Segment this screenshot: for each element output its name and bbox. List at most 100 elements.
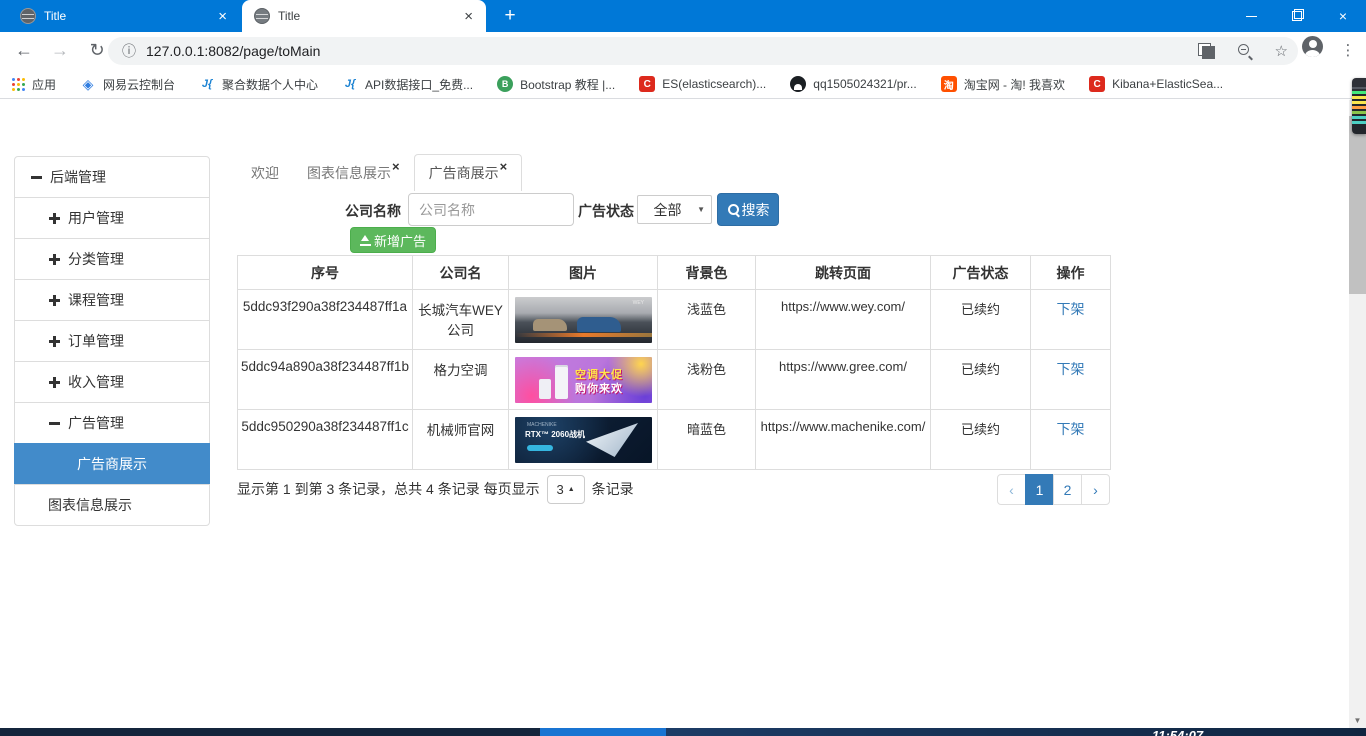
page-size-select[interactable]: 3 ▲: [547, 475, 585, 504]
col-header-url[interactable]: 跳转页面: [756, 256, 931, 290]
col-header-id[interactable]: 序号: [238, 256, 413, 290]
page-info-icon[interactable]: ⓘ: [122, 41, 136, 61]
tab-close-icon[interactable]: ×: [461, 9, 476, 24]
gree-ad-banner: 空调大促 购你来欢: [515, 357, 652, 403]
bookmark-taobao[interactable]: 淘 淘宝网 - 淘! 我喜欢: [941, 76, 1065, 93]
sidebar-item-income[interactable]: 收入管理: [14, 361, 210, 403]
taskbar-active-app[interactable]: [540, 728, 666, 736]
profile-avatar[interactable]: [1302, 36, 1323, 57]
windows-taskbar[interactable]: 11:54:07: [0, 728, 1366, 736]
sidebar-item-orders[interactable]: 订单管理: [14, 320, 210, 362]
bootstrap-icon: B: [497, 76, 513, 92]
cell-bg-color: 浅粉色: [658, 350, 756, 410]
sidebar-item-users[interactable]: 用户管理: [14, 197, 210, 239]
sidebar-item-ads[interactable]: 广告管理: [14, 402, 210, 444]
bookmark-star-icon[interactable]: ☆: [1275, 42, 1288, 60]
sidebar-item-backend[interactable]: 后端管理: [14, 156, 210, 198]
prev-page-button[interactable]: ‹: [997, 474, 1026, 505]
sidebar-item-ad-display[interactable]: 广告商展示: [14, 443, 210, 485]
bookmark-es[interactable]: C ES(elasticsearch)...: [639, 76, 766, 92]
page-buttons: ‹ 1 2 ›: [998, 474, 1110, 505]
forward-button[interactable]: →: [46, 37, 74, 65]
bookmark-netease[interactable]: ◈ 网易云控制台: [80, 76, 175, 93]
browser-menu-icon[interactable]: ⋮: [1338, 37, 1358, 65]
globe-favicon-icon: [20, 8, 36, 24]
page-1-button[interactable]: 1: [1025, 474, 1054, 505]
cell-status: 已续约: [931, 350, 1031, 410]
back-button[interactable]: ←: [10, 37, 38, 65]
company-name-input[interactable]: [408, 193, 574, 226]
bookmark-api[interactable]: J{ API数据接口_免费...: [342, 76, 473, 93]
search-button[interactable]: 搜索: [717, 193, 779, 226]
page-2-button[interactable]: 2: [1053, 474, 1082, 505]
next-page-button[interactable]: ›: [1081, 474, 1110, 505]
zoom-out-icon[interactable]: [1237, 43, 1253, 59]
sidebar-item-chart-display[interactable]: 图表信息展示: [14, 484, 210, 526]
expand-plus-icon: [49, 254, 60, 265]
col-header-action[interactable]: 操作: [1031, 256, 1111, 290]
wey-ad-banner: WEY: [515, 297, 652, 343]
cell-bg-color: 浅蓝色: [658, 290, 756, 350]
close-window-button[interactable]: ×: [1320, 0, 1366, 32]
taobao-icon: 淘: [941, 76, 957, 92]
tab-title: Title: [44, 9, 215, 23]
taskbar-gradient: [666, 728, 1366, 736]
reload-button[interactable]: ↻: [83, 37, 111, 65]
restore-button[interactable]: [1274, 0, 1320, 32]
vertical-scrollbar[interactable]: ▲ ▼: [1349, 100, 1366, 728]
tab-close-icon[interactable]: ×: [500, 159, 508, 174]
cell-url: https://www.gree.com/: [756, 350, 931, 410]
table-row: 5ddc950290a38f234487ff1c 机械师官网 MACHENIKE…: [238, 410, 1111, 470]
url-text[interactable]: 127.0.0.1:8082/page/toMain: [146, 43, 1176, 59]
browser-tab-active[interactable]: Title ×: [242, 0, 486, 32]
take-down-link[interactable]: 下架: [1057, 361, 1085, 377]
scroll-down-icon[interactable]: ▼: [1349, 713, 1366, 728]
tab-ad-display[interactable]: 广告商展示×: [414, 154, 523, 191]
sidebar-item-categories[interactable]: 分类管理: [14, 238, 210, 280]
collapse-minus-icon: [31, 176, 42, 179]
cell-company: 机械师官网: [413, 410, 509, 470]
juhe-icon: J{: [342, 76, 358, 92]
take-down-link[interactable]: 下架: [1057, 301, 1085, 317]
sidebar-menu: 后端管理 用户管理 分类管理 课程管理 订单管理 收入管理: [14, 156, 210, 526]
bookmark-juhe[interactable]: J{ 聚合数据个人中心: [199, 76, 318, 93]
col-header-company[interactable]: 公司名: [413, 256, 509, 290]
col-header-status[interactable]: 广告状态: [931, 256, 1031, 290]
window-controls: ×: [1228, 0, 1366, 32]
address-bar[interactable]: ⓘ 127.0.0.1:8082/page/toMain ☆: [108, 37, 1298, 65]
browser-tab-inactive[interactable]: Title ×: [8, 0, 240, 32]
github-icon: [790, 76, 806, 92]
tab-close-icon[interactable]: ×: [392, 159, 400, 174]
ad-status-select[interactable]: 全部 ▼: [637, 195, 712, 224]
bookmark-kibana[interactable]: C Kibana+ElasticSea...: [1089, 76, 1223, 92]
cell-action: 下架: [1031, 350, 1111, 410]
col-header-bg[interactable]: 背景色: [658, 256, 756, 290]
pagination: 显示第 1 到第 3 条记录，总共 4 条记录 每页显示 3 ▲ 条记录 ‹ 1…: [237, 472, 1110, 506]
take-down-link[interactable]: 下架: [1057, 421, 1085, 437]
cell-action: 下架: [1031, 290, 1111, 350]
cell-status: 已续约: [931, 290, 1031, 350]
performance-monitor-widget[interactable]: [1352, 78, 1366, 134]
cell-status: 已续约: [931, 410, 1031, 470]
new-tab-button[interactable]: +: [497, 4, 523, 28]
bookmark-bootstrap[interactable]: B Bootstrap 教程 |...: [497, 76, 615, 93]
tab-close-icon[interactable]: ×: [215, 9, 230, 24]
cell-image: MACHENIKE RTX™ 2060战机: [509, 410, 658, 470]
tab-chart-display[interactable]: 图表信息展示×: [293, 155, 414, 191]
apps-shortcut[interactable]: 应用: [12, 76, 56, 93]
sidebar-item-courses[interactable]: 课程管理: [14, 279, 210, 321]
air-conditioner-shape: [555, 365, 568, 399]
air-conditioner-shape: [539, 379, 551, 399]
col-header-image[interactable]: 图片: [509, 256, 658, 290]
tab-title: Title: [278, 9, 461, 23]
bookmark-github[interactable]: qq1505024321/pr...: [790, 76, 916, 92]
restore-icon: [1292, 11, 1302, 21]
tab-welcome[interactable]: 欢迎: [237, 155, 293, 191]
scrollbar-thumb[interactable]: [1349, 116, 1366, 294]
add-ad-button[interactable]: 新增广告: [350, 227, 436, 253]
cell-url: https://www.wey.com/: [756, 290, 931, 350]
caret-up-icon: ▲: [568, 486, 575, 493]
cell-action: 下架: [1031, 410, 1111, 470]
minimize-button[interactable]: [1228, 0, 1274, 32]
translate-icon[interactable]: [1198, 43, 1215, 59]
